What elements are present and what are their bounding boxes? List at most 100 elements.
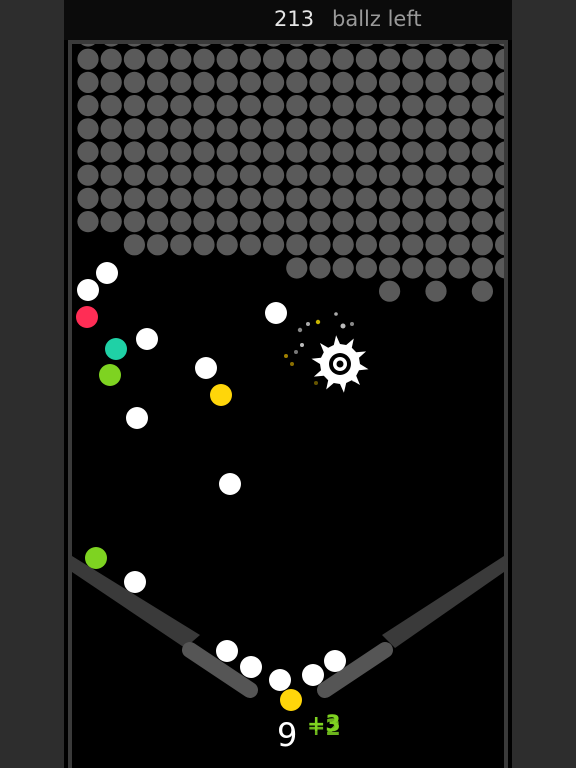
block xyxy=(147,118,169,140)
block xyxy=(448,141,470,163)
block xyxy=(309,257,331,279)
gear-obstacle-icon xyxy=(311,335,369,393)
block xyxy=(193,118,215,140)
block xyxy=(170,95,192,117)
block xyxy=(147,234,169,256)
block xyxy=(123,187,145,209)
block xyxy=(309,118,331,140)
block xyxy=(448,118,470,140)
block xyxy=(127,44,142,47)
block xyxy=(471,48,493,70)
block xyxy=(100,48,122,70)
block xyxy=(471,187,493,209)
block xyxy=(239,164,261,186)
block xyxy=(193,164,215,186)
ball-teal xyxy=(105,338,127,360)
block xyxy=(425,48,447,70)
game-scene[interactable] xyxy=(0,0,576,768)
block xyxy=(100,187,122,209)
block xyxy=(332,71,354,93)
block xyxy=(332,118,354,140)
block xyxy=(448,187,470,209)
block xyxy=(147,71,169,93)
block xyxy=(313,44,327,47)
block xyxy=(104,44,119,47)
ball xyxy=(216,640,238,662)
block xyxy=(286,187,308,209)
block xyxy=(425,280,447,302)
ball xyxy=(219,473,241,495)
block xyxy=(379,164,401,186)
block xyxy=(495,95,504,117)
block xyxy=(170,211,192,233)
block xyxy=(495,118,504,140)
block xyxy=(77,95,99,117)
block xyxy=(379,48,401,70)
block xyxy=(286,141,308,163)
ball xyxy=(265,302,287,324)
block xyxy=(123,234,145,256)
block xyxy=(332,164,354,186)
block xyxy=(448,211,470,233)
block xyxy=(405,44,420,47)
block xyxy=(402,257,424,279)
left-ramp xyxy=(72,556,200,648)
block xyxy=(77,211,99,233)
block xyxy=(495,234,504,256)
block xyxy=(452,44,467,47)
block xyxy=(170,141,192,163)
block xyxy=(100,164,122,186)
block xyxy=(402,187,424,209)
block xyxy=(193,71,215,93)
ball-green xyxy=(85,547,107,569)
block xyxy=(193,187,215,209)
block xyxy=(379,280,401,302)
block xyxy=(216,164,238,186)
block xyxy=(123,95,145,117)
block xyxy=(243,44,258,47)
block xyxy=(216,187,238,209)
block xyxy=(100,95,122,117)
block xyxy=(77,71,99,93)
block xyxy=(359,44,374,47)
block xyxy=(309,141,331,163)
block xyxy=(170,164,192,186)
ball-yellow xyxy=(280,689,302,711)
block xyxy=(379,141,401,163)
block xyxy=(147,164,169,186)
block xyxy=(193,48,215,70)
block xyxy=(286,257,308,279)
ball xyxy=(240,656,262,678)
ball xyxy=(124,571,146,593)
block xyxy=(81,44,95,47)
block xyxy=(425,257,447,279)
block-grid xyxy=(77,44,504,302)
block xyxy=(382,44,397,47)
block xyxy=(402,234,424,256)
block xyxy=(150,44,165,47)
block xyxy=(309,95,331,117)
block xyxy=(286,234,308,256)
block xyxy=(379,211,401,233)
block xyxy=(495,48,504,70)
block xyxy=(193,141,215,163)
block xyxy=(286,48,308,70)
block xyxy=(336,44,351,47)
block xyxy=(355,48,377,70)
block xyxy=(495,141,504,163)
block xyxy=(263,71,285,93)
block xyxy=(239,71,261,93)
block xyxy=(147,141,169,163)
block xyxy=(448,257,470,279)
block xyxy=(355,141,377,163)
block xyxy=(425,95,447,117)
block xyxy=(216,141,238,163)
block xyxy=(425,211,447,233)
block xyxy=(355,211,377,233)
block xyxy=(216,71,238,93)
block xyxy=(100,118,122,140)
block xyxy=(309,211,331,233)
block xyxy=(77,141,99,163)
bonus-indicator: +2 xyxy=(307,716,341,741)
block xyxy=(402,48,424,70)
